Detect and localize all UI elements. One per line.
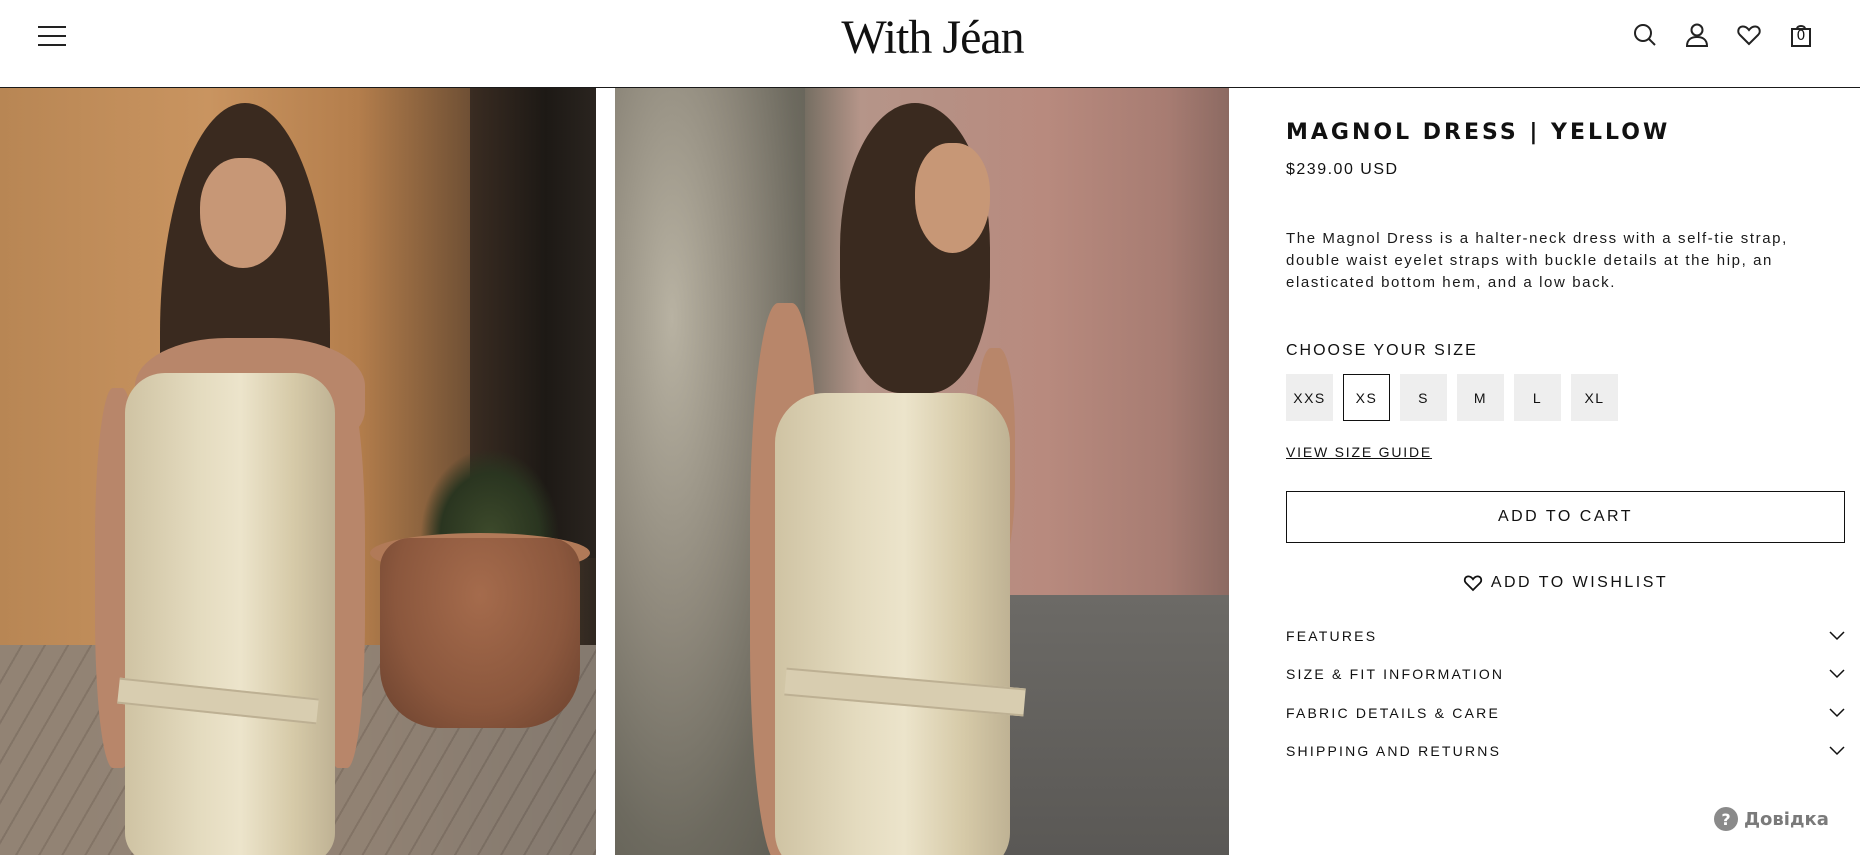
- account-icon[interactable]: [1684, 20, 1710, 50]
- size-label: CHOOSE YOUR SIZE: [1286, 342, 1478, 359]
- accordion-shipping-returns[interactable]: SHIPPING AND RETURNS: [1286, 736, 1845, 766]
- accordion-label: SIZE & FIT INFORMATION: [1286, 666, 1505, 682]
- accordion-features[interactable]: FEATURES: [1286, 621, 1845, 651]
- size-option-l[interactable]: L: [1514, 374, 1561, 421]
- model-figure: [0, 88, 596, 855]
- heart-icon: [1463, 575, 1482, 592]
- add-to-wishlist-button[interactable]: ADD TO WISHLIST: [1286, 573, 1845, 593]
- help-button[interactable]: ? Довідка: [1714, 807, 1829, 831]
- accordion-label: FEATURES: [1286, 628, 1378, 644]
- help-icon: ?: [1714, 807, 1738, 831]
- product-price: $239.00 USD: [1286, 161, 1399, 178]
- bag-icon[interactable]: 0: [1788, 20, 1814, 50]
- accordion-fabric-care[interactable]: FABRIC DETAILS & CARE: [1286, 698, 1845, 728]
- size-option-xxs[interactable]: XXS: [1286, 374, 1333, 421]
- site-header: With Jéan 0: [0, 0, 1860, 88]
- product-photo-side[interactable]: [615, 88, 1229, 855]
- product-title: MAGNOL DRESS | YELLOW: [1286, 120, 1671, 145]
- heart-icon[interactable]: [1736, 20, 1762, 50]
- size-option-xs[interactable]: XS: [1343, 374, 1390, 421]
- size-option-s[interactable]: S: [1400, 374, 1447, 421]
- model-figure-2: [615, 88, 1229, 855]
- accordion-size-fit[interactable]: SIZE & FIT INFORMATION: [1286, 659, 1845, 689]
- accordion-label: FABRIC DETAILS & CARE: [1286, 705, 1500, 721]
- chevron-down-icon: [1829, 746, 1845, 756]
- logo[interactable]: With Jéan: [0, 10, 1860, 65]
- gallery-gap: [596, 88, 615, 855]
- wishlist-label: ADD TO WISHLIST: [1490, 574, 1669, 591]
- header-icons: 0: [1632, 20, 1814, 50]
- size-option-m[interactable]: M: [1457, 374, 1504, 421]
- help-label: Довідка: [1744, 808, 1829, 830]
- chevron-down-icon: [1829, 669, 1845, 679]
- size-selector: XXS XS S M L XL: [1286, 374, 1618, 421]
- accordion-label: SHIPPING AND RETURNS: [1286, 743, 1502, 759]
- size-guide-link[interactable]: VIEW SIZE GUIDE: [1286, 444, 1432, 460]
- chevron-down-icon: [1829, 631, 1845, 641]
- product-description: The Magnol Dress is a halter-neck dress …: [1286, 230, 1788, 291]
- product-photo-front[interactable]: [0, 88, 596, 855]
- chevron-down-icon: [1829, 708, 1845, 718]
- size-option-xl[interactable]: XL: [1571, 374, 1618, 421]
- search-icon[interactable]: [1632, 20, 1658, 50]
- cart-count: 0: [1796, 28, 1806, 44]
- product-gallery: [0, 88, 1229, 855]
- add-to-cart-button[interactable]: ADD TO CART: [1286, 491, 1845, 543]
